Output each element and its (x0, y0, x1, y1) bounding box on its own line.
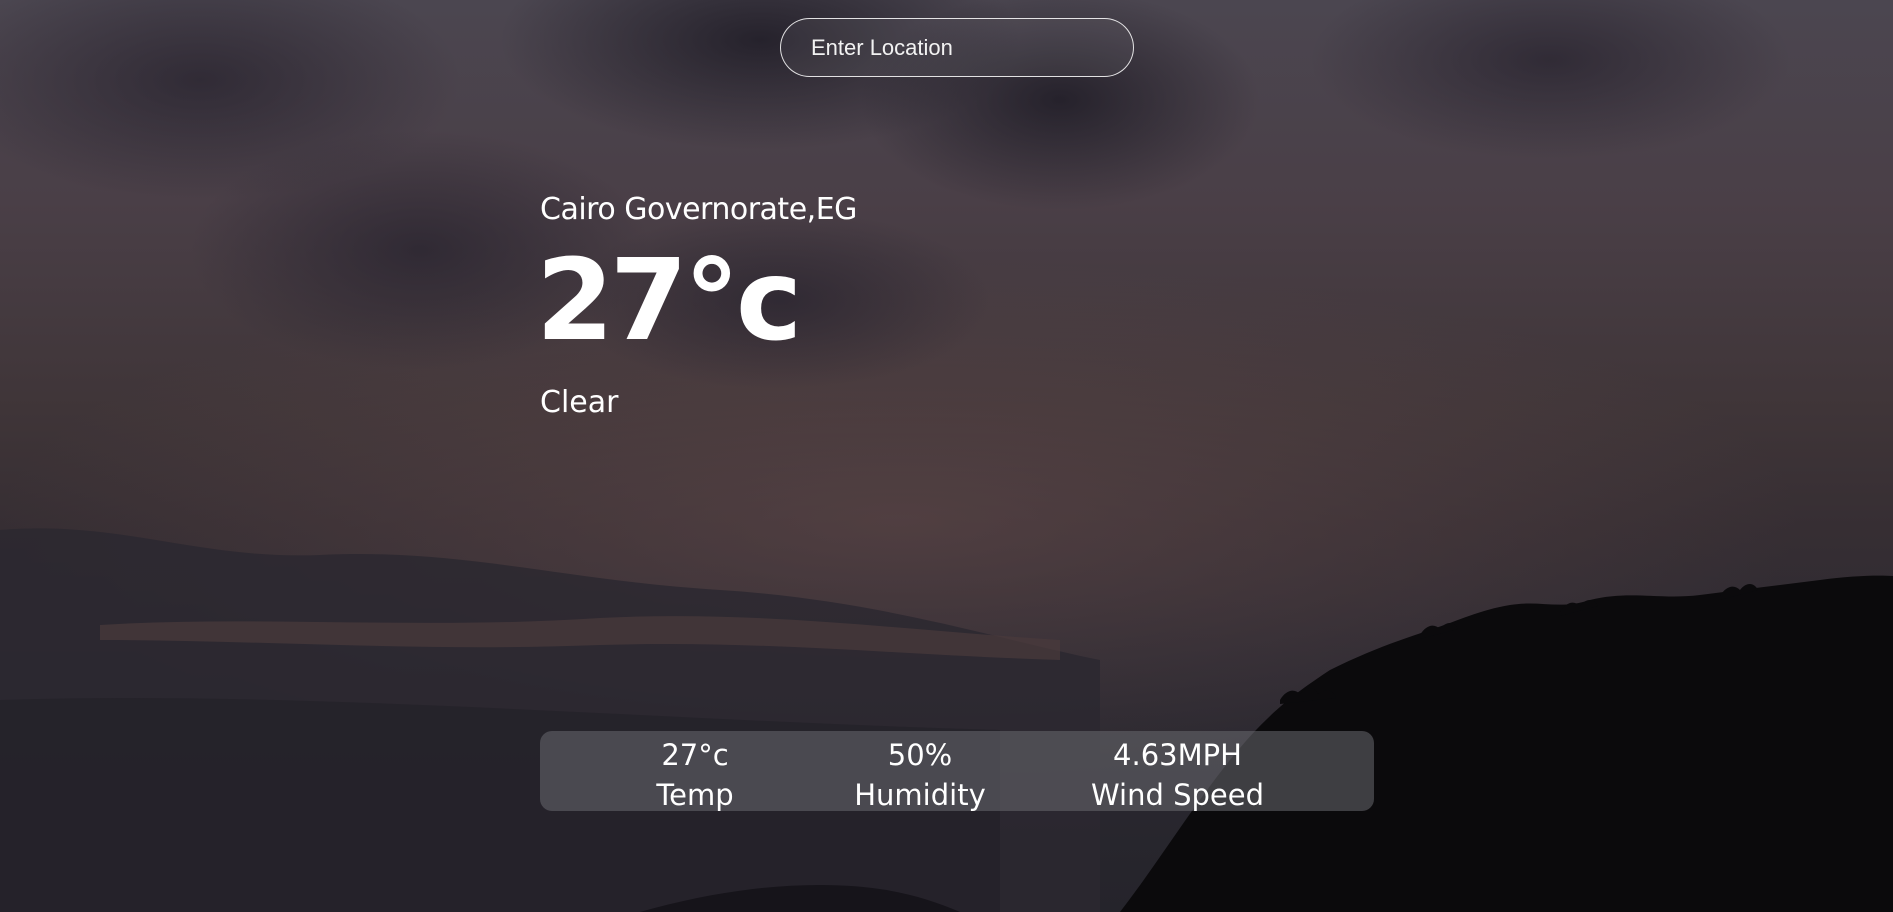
stat-wind-label: Wind Speed (1090, 778, 1264, 812)
stat-humidity-value: 50% (887, 738, 953, 772)
current-temperature: 27°c (536, 236, 802, 366)
location-name: Cairo Governorate,EG (540, 192, 857, 227)
weather-app: Cairo Governorate,EG 27°c Clear 27°c Tem… (0, 0, 1893, 912)
stat-humidity-label: Humidity (854, 778, 986, 812)
weather-condition: Clear (540, 385, 619, 420)
location-search-input[interactable] (780, 18, 1134, 77)
stat-wind: 4.63MPH Wind Speed (1065, 735, 1290, 815)
weather-stats-panel: 27°c Temp 50% Humidity 4.63MPH Wind Spee… (540, 731, 1374, 812)
stat-wind-value: 4.63MPH (1113, 738, 1242, 772)
stat-temp: 27°c Temp (635, 735, 755, 815)
search-box[interactable] (780, 18, 1134, 77)
stat-temp-label: Temp (656, 778, 734, 812)
stat-temp-value: 27°c (661, 738, 729, 772)
stat-humidity: 50% Humidity (840, 735, 1000, 815)
